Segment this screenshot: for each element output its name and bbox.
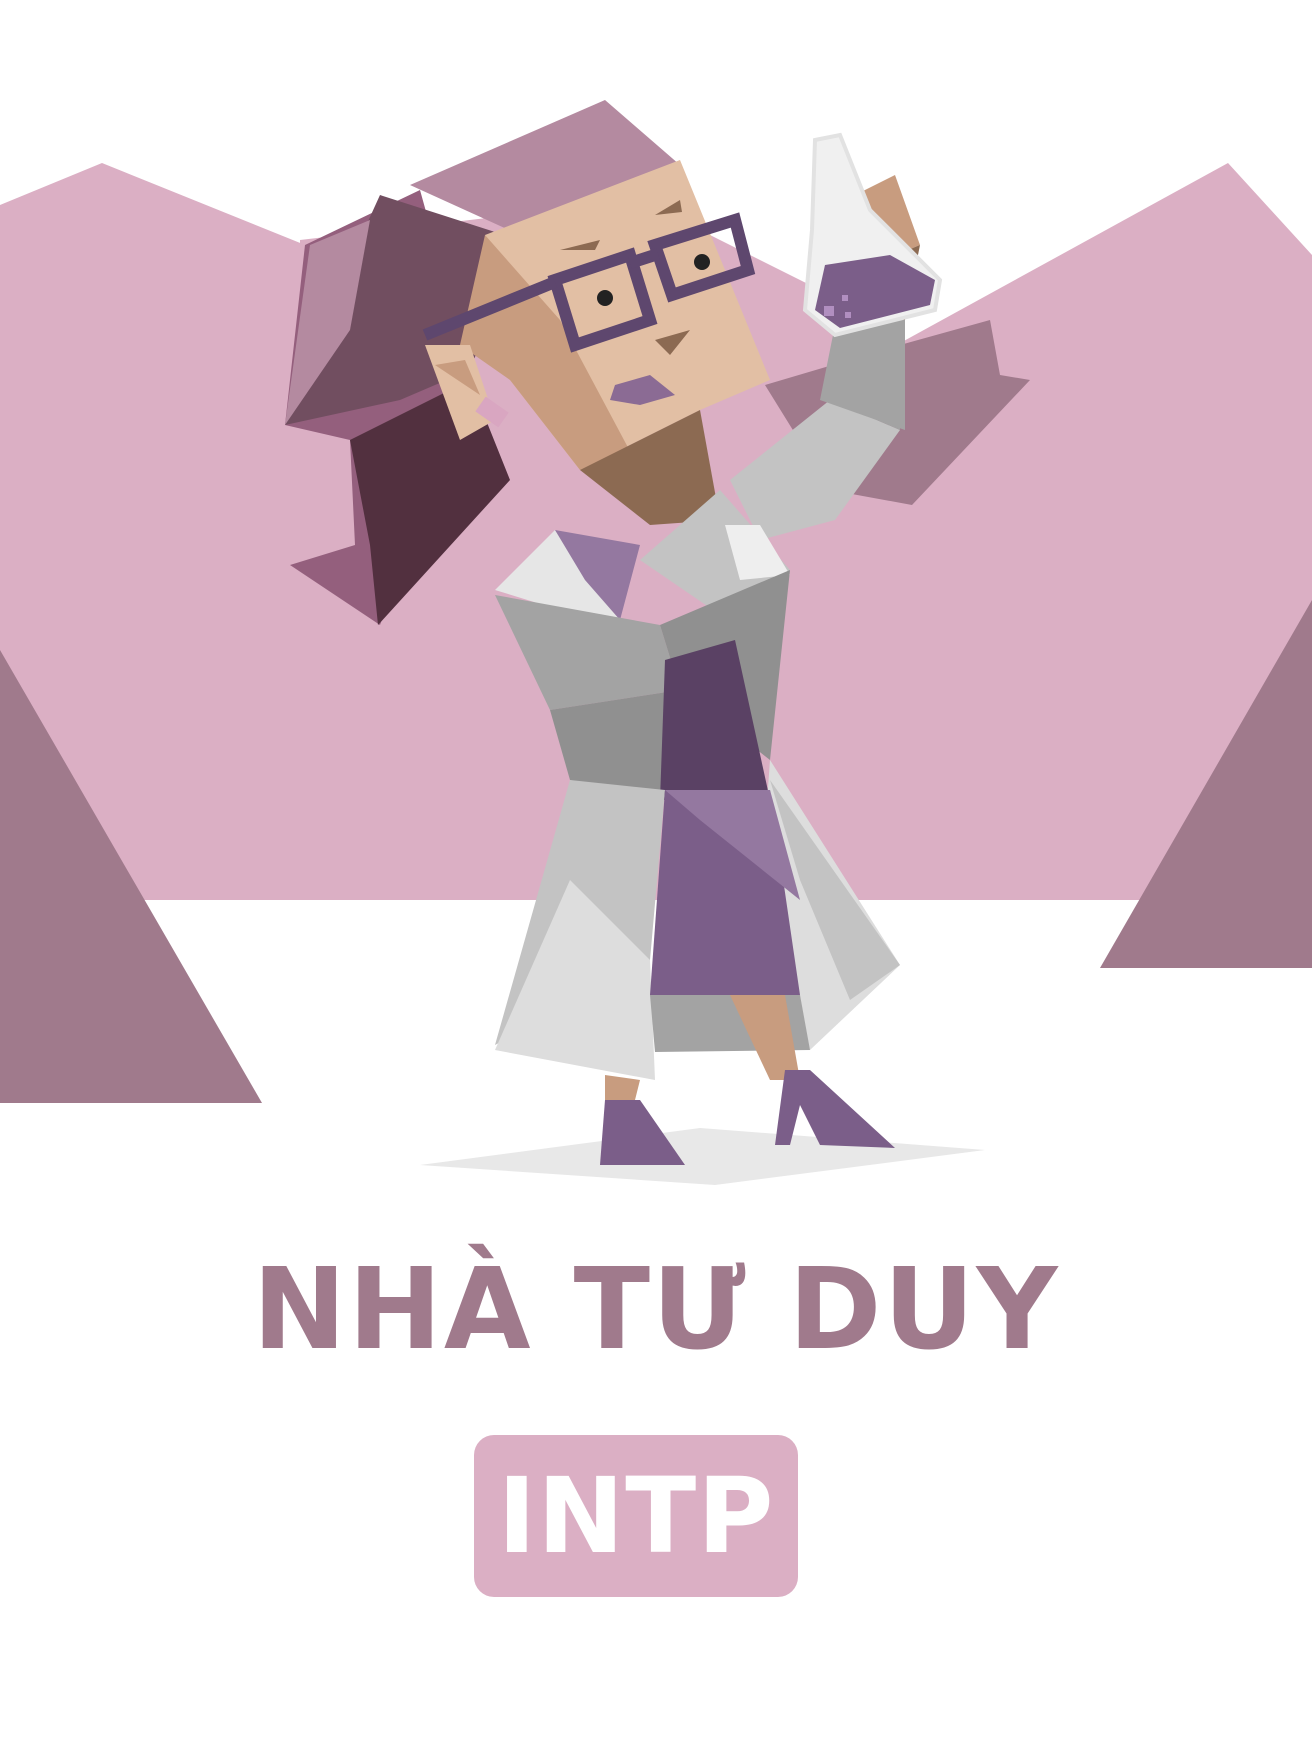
eye-right xyxy=(694,254,710,270)
eye-left xyxy=(597,290,613,306)
personality-code-badge: INTP xyxy=(474,1435,798,1597)
ground-shadow xyxy=(420,1128,985,1185)
personality-name: NHÀ TƯ DUY xyxy=(252,1245,1060,1375)
personality-code: INTP xyxy=(497,1455,775,1577)
erlenmeyer-flask-icon xyxy=(802,132,943,338)
